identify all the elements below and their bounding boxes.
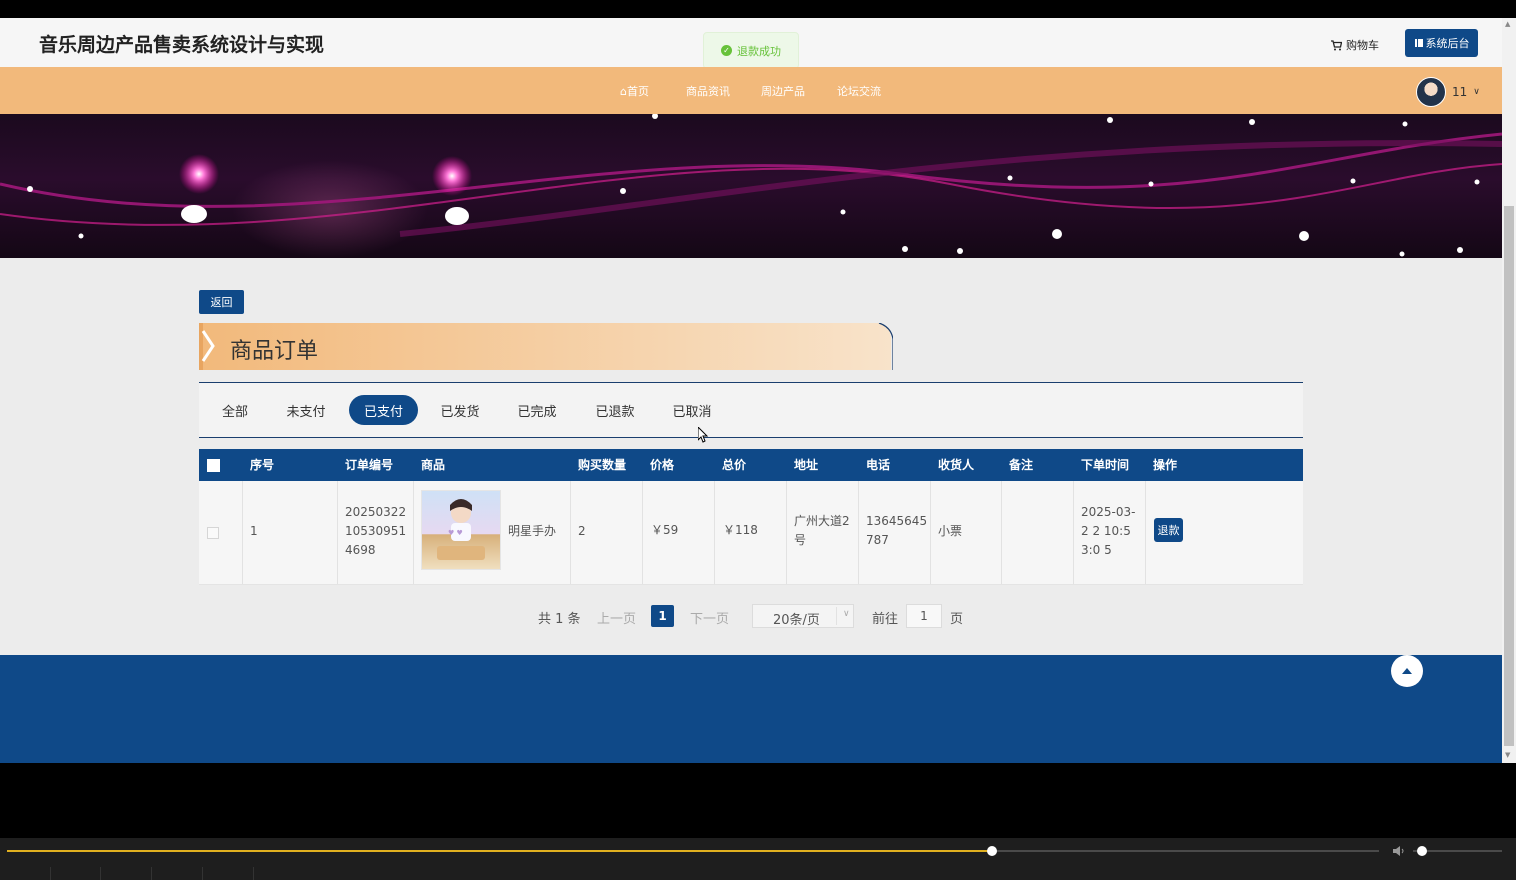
total-count: 共 1 条 <box>538 612 581 627</box>
check-circle-icon: ✓ <box>721 45 732 56</box>
cart-icon <box>1331 39 1342 50</box>
progress-knob[interactable] <box>987 846 998 856</box>
column-header-product: 商品 <box>421 458 446 472</box>
table-row: 1 20250322 10530951 4698 ♥ ♥ 明星手办 2 ￥59 … <box>199 481 1303 585</box>
tab-completed[interactable]: 已完成 <box>510 395 564 425</box>
nav-label-home: 首页 <box>626 85 649 98</box>
toast-message: 退款成功 <box>737 44 781 58</box>
tab-all[interactable]: 全部 <box>211 395 259 425</box>
banner-artwork <box>0 114 1502 257</box>
goto-label: 前往 <box>872 612 899 627</box>
nav-item-products[interactable]: 周边产品 <box>761 83 805 99</box>
column-header-order-no: 订单编号 <box>345 458 394 472</box>
product-figure: ♥ ♥ <box>437 499 485 560</box>
cell-quantity: 2 <box>578 524 586 538</box>
refund-button[interactable]: 退款 <box>1154 518 1183 542</box>
table-header: 序号 订单编号 商品 购买数量 价格 总价 地址 电话 收货人 备注 下单时间 … <box>199 449 1303 481</box>
page-size-value: 20条/页 <box>773 613 820 628</box>
column-header-quantity: 购买数量 <box>578 458 627 472</box>
section-title: 商品订单 <box>230 339 319 364</box>
tab-unpaid[interactable]: 未支付 <box>279 395 333 425</box>
column-header-total: 总价 <box>722 458 747 472</box>
volume-icon[interactable] <box>1392 844 1406 858</box>
column-header-price: 价格 <box>650 458 675 472</box>
avatar <box>1416 77 1446 107</box>
page-size-select[interactable]: 20条/页 ∨ <box>752 604 854 628</box>
scroll-up-arrow-icon[interactable]: ▲ <box>1505 20 1510 28</box>
column-header-remark: 备注 <box>1009 458 1034 472</box>
cell-price: ￥59 <box>651 523 679 537</box>
web-page: 音乐周边产品售卖系统设计与实现 ✓ 退款成功 购物车 系统后台 ⌂首页 商品资讯… <box>0 18 1502 763</box>
mouse-cursor-icon <box>697 425 709 447</box>
prev-page-button[interactable]: 上一页 <box>597 608 636 627</box>
pagination: 共 1 条 上一页 1 下一页 20条/页 ∨ 前往 页 <box>0 604 1502 630</box>
back-button[interactable]: 返回 <box>199 290 244 314</box>
cart-link[interactable]: 购物车 <box>1331 37 1379 53</box>
user-menu[interactable]: 11 ∨ <box>1416 77 1480 107</box>
home-icon: ⌂ <box>620 85 627 98</box>
success-toast: ✓ 退款成功 <box>703 32 799 69</box>
volume-knob[interactable] <box>1417 846 1427 856</box>
book-icon <box>1414 39 1423 47</box>
column-header-index: 序号 <box>250 458 275 472</box>
back-to-top-button[interactable] <box>1391 655 1423 687</box>
page-jump-input[interactable] <box>906 604 942 628</box>
site-title: 音乐周边产品售卖系统设计与实现 <box>39 34 325 56</box>
cell-order-time: 2025-03-2 2 10:53:0 5 <box>1081 505 1136 557</box>
next-page-button[interactable]: 下一页 <box>690 608 729 627</box>
main-nav: ⌂首页 商品资讯 周边产品 论坛交流 11 ∨ <box>0 67 1502 114</box>
tab-refunded[interactable]: 已退款 <box>588 395 642 425</box>
banner-image <box>0 114 1502 258</box>
video-player-controls <box>0 838 1516 880</box>
select-all-checkbox[interactable] <box>207 459 220 472</box>
chevron-down-icon: ∨ <box>1473 87 1480 97</box>
cell-total: ￥118 <box>723 523 758 537</box>
cell-index: 1 <box>250 524 258 538</box>
cell-phone: 13645645 787 <box>866 514 928 547</box>
page-suffix: 页 <box>950 612 964 627</box>
admin-button[interactable]: 系统后台 <box>1405 29 1478 57</box>
cell-receiver: 小票 <box>938 524 963 538</box>
chevron-down-icon: ∨ <box>843 609 850 619</box>
cart-label: 购物车 <box>1346 39 1379 52</box>
section-title-bar: 商品订单 <box>199 323 893 370</box>
scroll-thumb[interactable] <box>1504 206 1514 746</box>
admin-label: 系统后台 <box>1425 37 1470 50</box>
column-header-order-time: 下单时间 <box>1081 458 1130 472</box>
username: 11 <box>1452 85 1468 99</box>
top-header: 音乐周边产品售卖系统设计与实现 ✓ 退款成功 购物车 系统后台 <box>0 18 1502 69</box>
scroll-down-arrow-icon[interactable]: ▼ <box>1505 751 1510 759</box>
column-header-receiver: 收货人 <box>938 458 975 472</box>
progress-fill <box>7 850 993 852</box>
cell-order-no: 20250322 10530951 4698 <box>345 505 407 557</box>
tab-shipped[interactable]: 已发货 <box>433 395 487 425</box>
order-status-tabs: 全部 未支付 已支付 已发货 已完成 已退款 已取消 <box>199 382 1303 438</box>
cell-product-name: 明星手办 <box>508 524 557 538</box>
svg-text:♥ ♥: ♥ ♥ <box>448 529 463 537</box>
tab-paid[interactable]: 已支付 <box>349 395 418 425</box>
column-header-address: 地址 <box>794 458 819 472</box>
footer <box>0 655 1502 763</box>
cell-address: 广州大道2 号 <box>794 514 850 547</box>
nav-item-forum[interactable]: 论坛交流 <box>837 83 881 99</box>
nav-item-news[interactable]: 商品资讯 <box>686 83 730 99</box>
product-image: ♥ ♥ <box>421 490 501 570</box>
column-header-phone: 电话 <box>866 458 891 472</box>
nav-item-home[interactable]: ⌂首页 <box>620 83 649 99</box>
page-scrollbar[interactable]: ▲ ▼ <box>1502 18 1516 763</box>
column-header-action: 操作 <box>1153 458 1178 472</box>
caret-up-icon <box>1402 668 1412 674</box>
tab-cancelled[interactable]: 已取消 <box>665 395 719 425</box>
page-number-current[interactable]: 1 <box>651 605 674 627</box>
progress-track[interactable] <box>7 850 1379 852</box>
row-checkbox[interactable] <box>207 527 219 539</box>
